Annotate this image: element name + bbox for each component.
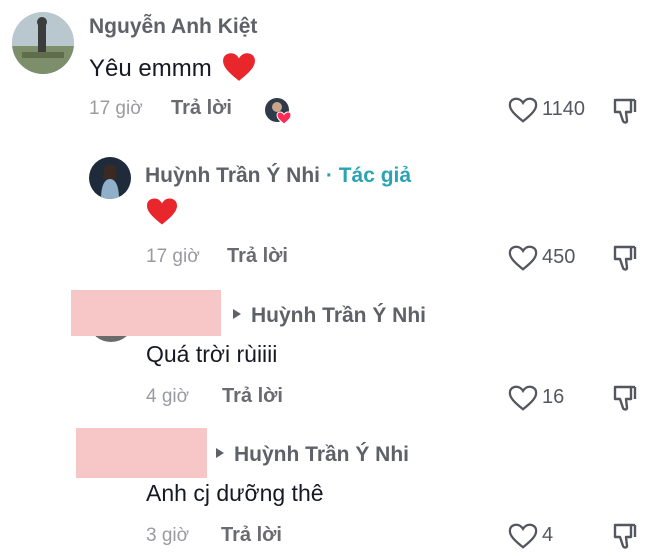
comment-time: 17 giờ bbox=[146, 246, 200, 267]
heart-outline-icon bbox=[508, 97, 538, 123]
comment-author[interactable]: Nguyễn Anh Kiệt bbox=[89, 15, 257, 39]
reply-mention[interactable]: Huỳnh Trần Ý Nhi bbox=[233, 304, 426, 328]
reply-button[interactable]: Trả lời bbox=[227, 245, 288, 268]
like-button[interactable]: 1140 bbox=[508, 95, 598, 125]
comment-text: Anh cj dưỡng thê bbox=[146, 480, 324, 506]
comment-author[interactable]: Huỳnh Trần Ý Nhi bbox=[145, 164, 320, 187]
like-count: 450 bbox=[542, 246, 576, 268]
heart-outline-icon bbox=[508, 385, 538, 411]
avatar-photo bbox=[89, 157, 131, 199]
comment-time: 4 giờ bbox=[146, 386, 190, 407]
comment-time: 17 giờ bbox=[89, 98, 143, 119]
dislike-button[interactable] bbox=[612, 97, 638, 125]
like-button[interactable]: 16 bbox=[508, 383, 598, 413]
avatar-photo bbox=[12, 12, 74, 74]
like-count: 4 bbox=[542, 524, 554, 546]
like-button[interactable]: 4 bbox=[508, 521, 598, 551]
dislike-button[interactable] bbox=[612, 384, 638, 412]
comment-time: 3 giờ bbox=[146, 525, 190, 546]
avatar[interactable] bbox=[89, 157, 131, 199]
dislike-icon bbox=[613, 385, 637, 411]
dislike-button[interactable] bbox=[612, 522, 638, 550]
reply-button[interactable]: Trả lời bbox=[221, 524, 282, 547]
reply-button[interactable]: Trả lời bbox=[171, 97, 232, 120]
comment-author-row: Huỳnh Trần Ý Nhi · Tác giả bbox=[145, 164, 411, 188]
author-separator: · bbox=[325, 164, 333, 187]
dislike-icon bbox=[613, 523, 637, 549]
mention-name: Huỳnh Trần Ý Nhi bbox=[251, 304, 427, 327]
heart-outline-icon bbox=[508, 523, 538, 549]
creator-liked-avatar-icon bbox=[264, 97, 294, 125]
dislike-button[interactable] bbox=[612, 244, 638, 272]
comment-text-row: Yêu emmm bbox=[89, 52, 256, 83]
dislike-icon bbox=[613, 98, 637, 124]
reply-button[interactable]: Trả lời bbox=[222, 385, 283, 408]
redacted-username bbox=[76, 428, 207, 478]
author-badge: Tác giả bbox=[338, 164, 412, 187]
reply-arrow-icon bbox=[233, 309, 241, 320]
dislike-icon bbox=[613, 245, 637, 271]
heart-emoji bbox=[223, 53, 256, 81]
comment-text: ❤️ bbox=[0, 0, 1, 1]
mention-name: Huỳnh Trần Ý Nhi bbox=[234, 443, 410, 466]
comment-text: Quá trời rùiiii bbox=[146, 341, 278, 367]
heart-outline-icon bbox=[508, 245, 538, 271]
avatar[interactable] bbox=[12, 12, 74, 74]
reply-mention[interactable]: Huỳnh Trần Ý Nhi bbox=[216, 443, 409, 467]
redacted-username bbox=[71, 290, 221, 336]
like-count: 1140 bbox=[542, 98, 586, 120]
comment-text: Yêu emmm bbox=[89, 55, 212, 82]
reply-arrow-icon bbox=[216, 448, 224, 459]
like-count: 16 bbox=[542, 386, 565, 408]
heart-emoji bbox=[146, 197, 178, 231]
like-button[interactable]: 450 bbox=[508, 243, 598, 273]
